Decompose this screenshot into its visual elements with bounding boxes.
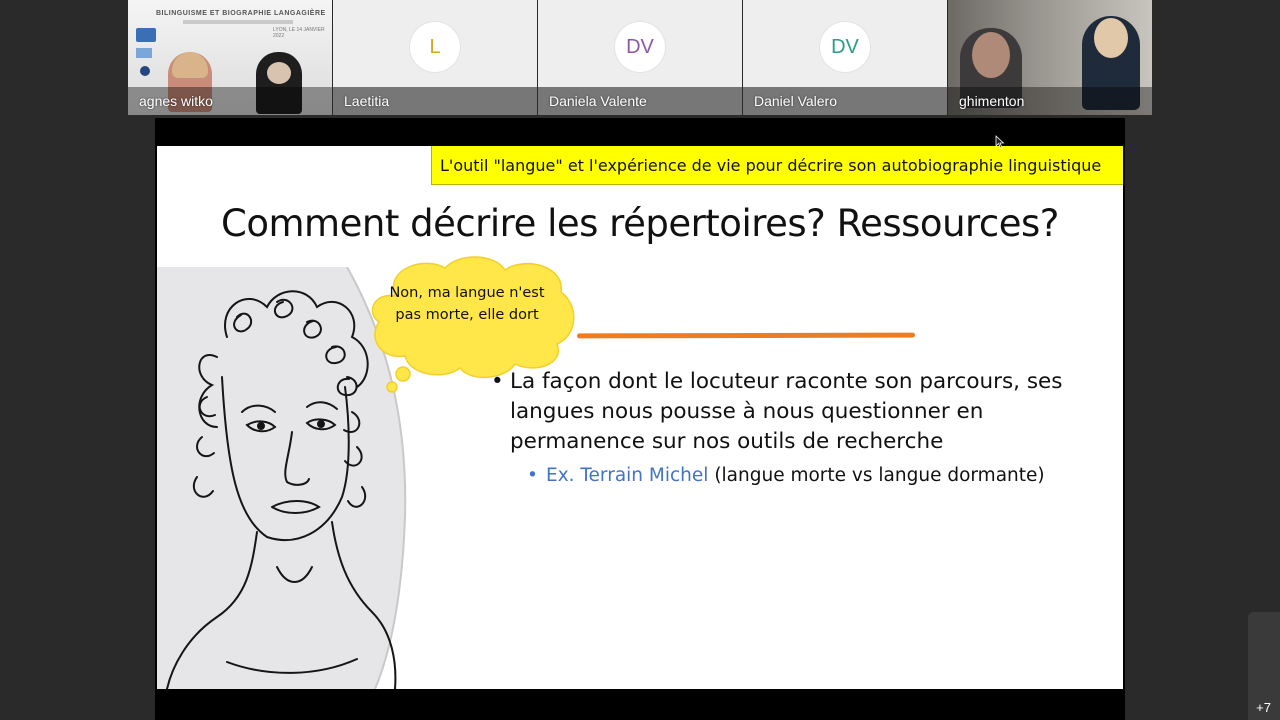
presentation-slide: L'outil "langue" et l'expérience de vie … bbox=[157, 146, 1123, 689]
avatar: L bbox=[410, 22, 460, 72]
poster-title: BILINGUISME ET BIOGRAPHIE LANGAGIÈRE bbox=[156, 10, 326, 17]
avatar: DV bbox=[820, 22, 870, 72]
participant-tile-daniel-valero[interactable]: DV Daniel Valero bbox=[743, 0, 947, 115]
more-participants-count[interactable]: +7 bbox=[1256, 700, 1271, 715]
participant-tile-daniela-valente[interactable]: DV Daniela Valente bbox=[538, 0, 742, 115]
thought-bubble-text: Non, ma langue n'est pas morte, elle dor… bbox=[389, 285, 545, 323]
accent-line bbox=[576, 332, 916, 339]
avatar-initials: DV bbox=[831, 35, 859, 58]
participant-tile-agnes-witko[interactable]: BILINGUISME ET BIOGRAPHIE LANGAGIÈRE LYO… bbox=[128, 0, 332, 115]
bullet-list: La façon dont le locuteur raconte son pa… bbox=[490, 367, 1110, 489]
mouse-pointer-icon bbox=[995, 135, 1005, 149]
bullet-item: La façon dont le locuteur raconte son pa… bbox=[490, 367, 1110, 457]
participant-tile-laetitia[interactable]: L Laetitia bbox=[333, 0, 537, 115]
participant-name: ghimenton bbox=[959, 93, 1025, 109]
participant-name: agnes witko bbox=[139, 93, 213, 109]
poster-subtitle-bar bbox=[183, 20, 293, 24]
sub-bullet-link[interactable]: Ex. Terrain Michel bbox=[546, 465, 708, 486]
participants-strip: BILINGUISME ET BIOGRAPHIE LANGAGIÈRE LYO… bbox=[128, 0, 1152, 115]
avatar-initials: L bbox=[429, 35, 441, 58]
poster-date: LYON, LE 14 JANVIER 2022 bbox=[273, 27, 325, 39]
participant-name: Laetitia bbox=[344, 93, 390, 109]
slide-title: Comment décrire les répertoires? Ressour… bbox=[221, 202, 1059, 245]
sub-bullet-text: (langue morte vs langue dormante) bbox=[708, 465, 1045, 486]
partner-logo bbox=[136, 48, 152, 58]
partner-logo bbox=[136, 28, 156, 42]
avatar: DV bbox=[615, 22, 665, 72]
avatar-initials: DV bbox=[626, 35, 654, 58]
participant-tile-ghimenton[interactable]: ghimenton bbox=[948, 0, 1152, 115]
slide-banner: L'outil "langue" et l'expérience de vie … bbox=[431, 146, 1123, 185]
participant-name: Daniela Valente bbox=[549, 93, 647, 109]
participant-name: Daniel Valero bbox=[754, 93, 838, 109]
sub-bullet-item: Ex. Terrain Michel (langue morte vs lang… bbox=[490, 463, 1110, 489]
partner-logo bbox=[140, 66, 150, 76]
